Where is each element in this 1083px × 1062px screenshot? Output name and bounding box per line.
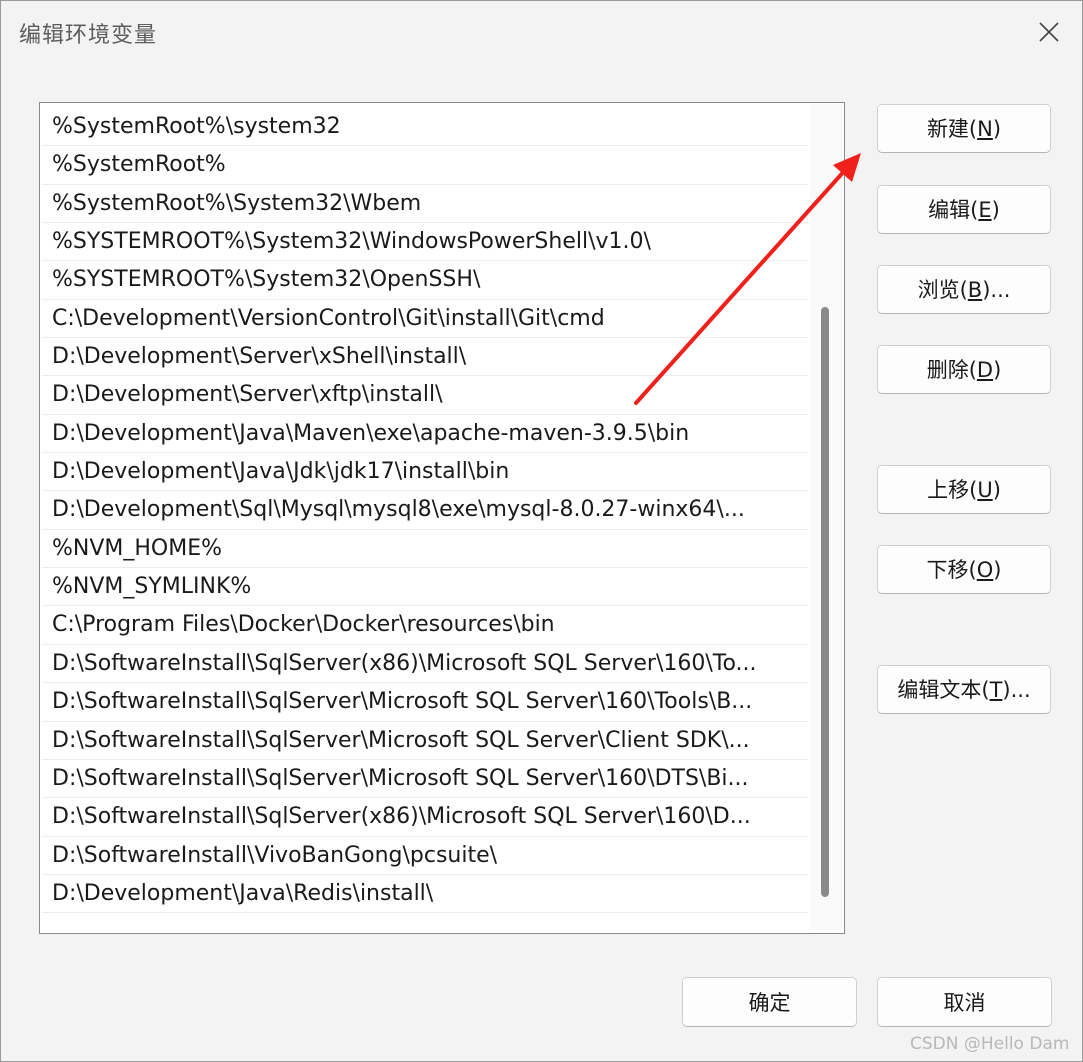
edit-button[interactable]: 编辑(E): [877, 185, 1051, 234]
path-list-item[interactable]: %SYSTEMROOT%\System32\OpenSSH\: [42, 261, 808, 300]
ok-button[interactable]: 确定: [682, 977, 857, 1027]
title-bar: 编辑环境变量: [1, 1, 1082, 65]
edit-text-button-label-suffix: )...: [1002, 678, 1031, 702]
edit-button-accesskey: E: [978, 198, 992, 222]
browse-button[interactable]: 浏览(B)...: [877, 265, 1051, 314]
path-list-item[interactable]: D:\SoftwareInstall\SqlServer\Microsoft S…: [42, 760, 808, 799]
path-list-item[interactable]: %SystemRoot%: [42, 146, 808, 185]
path-list-item[interactable]: D:\Development\Java\Redis\install\: [42, 875, 808, 914]
path-list-item[interactable]: %NVM_HOME%: [42, 530, 808, 569]
path-list-item[interactable]: %SYSTEMROOT%\System32\WindowsPowerShell\…: [42, 223, 808, 262]
move-down-button-label-suffix: ): [993, 558, 1002, 582]
vertical-scrollbar[interactable]: [810, 104, 842, 930]
delete-button-label-suffix: ): [993, 358, 1002, 382]
path-list-item[interactable]: D:\Development\Java\Maven\exe\apache-mav…: [42, 415, 808, 454]
path-list-item[interactable]: D:\SoftwareInstall\SqlServer(x86)\Micros…: [42, 645, 808, 684]
path-list-item[interactable]: %SystemRoot%\system32: [42, 108, 808, 147]
new-button[interactable]: 新建(N): [877, 104, 1051, 153]
edit-button-label-prefix: 编辑(: [928, 198, 979, 222]
watermark: CSDN @Hello Dam: [910, 1034, 1070, 1054]
path-list-item[interactable]: %SystemRoot%\System32\Wbem: [42, 185, 808, 224]
new-button-label-prefix: 新建(: [926, 117, 978, 141]
path-list-item[interactable]: D:\SoftwareInstall\VivoBanGong\pcsuite\: [42, 837, 808, 875]
cancel-button-label: 取消: [943, 991, 986, 1015]
edit-button-label-suffix: ): [991, 198, 1000, 222]
path-list[interactable]: %SystemRoot%\system32 %SystemRoot% %System…: [39, 102, 845, 934]
ok-button-label: 确定: [748, 991, 791, 1015]
edit-text-button-accesskey: T: [989, 678, 1003, 702]
move-down-button[interactable]: 下移(O): [877, 545, 1051, 594]
path-list-item[interactable]: D:\Development\Server\xftp\install\: [42, 376, 808, 415]
move-down-button-accesskey: O: [976, 558, 994, 582]
edit-text-button-label-prefix: 编辑文本(: [897, 678, 990, 702]
scrollbar-thumb[interactable]: [821, 307, 829, 897]
cancel-button[interactable]: 取消: [877, 977, 1052, 1027]
browse-button-accesskey: B: [967, 278, 983, 302]
new-button-label-suffix: ): [992, 117, 1002, 141]
delete-button-label-prefix: 删除(: [926, 358, 977, 382]
new-button-accesskey: N: [977, 117, 993, 141]
move-up-button-label-prefix: 上移(: [927, 478, 978, 502]
move-down-button-label-prefix: 下移(: [926, 558, 977, 582]
path-list-item[interactable]: C:\Development\VersionControl\Git\instal…: [42, 300, 808, 339]
move-up-button-label-suffix: ): [992, 478, 1001, 502]
path-list-item[interactable]: C:\Program Files\Docker\Docker\resources…: [42, 606, 808, 645]
path-list-rows: %SystemRoot%\system32 %SystemRoot% %System…: [42, 108, 808, 914]
path-list-item[interactable]: D:\SoftwareInstall\SqlServer(x86)\Micros…: [42, 798, 808, 837]
path-list-item[interactable]: D:\SoftwareInstall\SqlServer\Microsoft S…: [42, 683, 808, 722]
browse-button-label-suffix: )...: [982, 278, 1011, 302]
close-icon: [1039, 22, 1059, 42]
edit-text-button[interactable]: 编辑文本(T)...: [877, 665, 1051, 714]
dialog-title: 编辑环境变量: [19, 23, 158, 48]
path-list-item[interactable]: D:\Development\Java\Jdk\jdk17\install\bi…: [42, 453, 808, 492]
path-list-item[interactable]: %NVM_SYMLINK%: [42, 568, 808, 607]
path-list-item[interactable]: D:\Development\Sql\Mysql\mysql8\exe\mysq…: [42, 491, 808, 530]
move-up-button[interactable]: 上移(U): [877, 465, 1051, 514]
path-list-item[interactable]: D:\Development\Server\xShell\install\: [42, 338, 808, 377]
delete-button[interactable]: 删除(D): [877, 345, 1051, 394]
move-up-button-accesskey: U: [977, 478, 993, 502]
edit-env-variable-dialog: 编辑环境变量 %SystemRoot%\system32 %SystemRoot%…: [0, 0, 1083, 1062]
browse-button-label-prefix: 浏览(: [917, 278, 968, 302]
close-button[interactable]: [1021, 9, 1077, 55]
delete-button-accesskey: D: [976, 358, 994, 382]
path-list-item[interactable]: D:\SoftwareInstall\SqlServer\Microsoft S…: [42, 722, 808, 760]
